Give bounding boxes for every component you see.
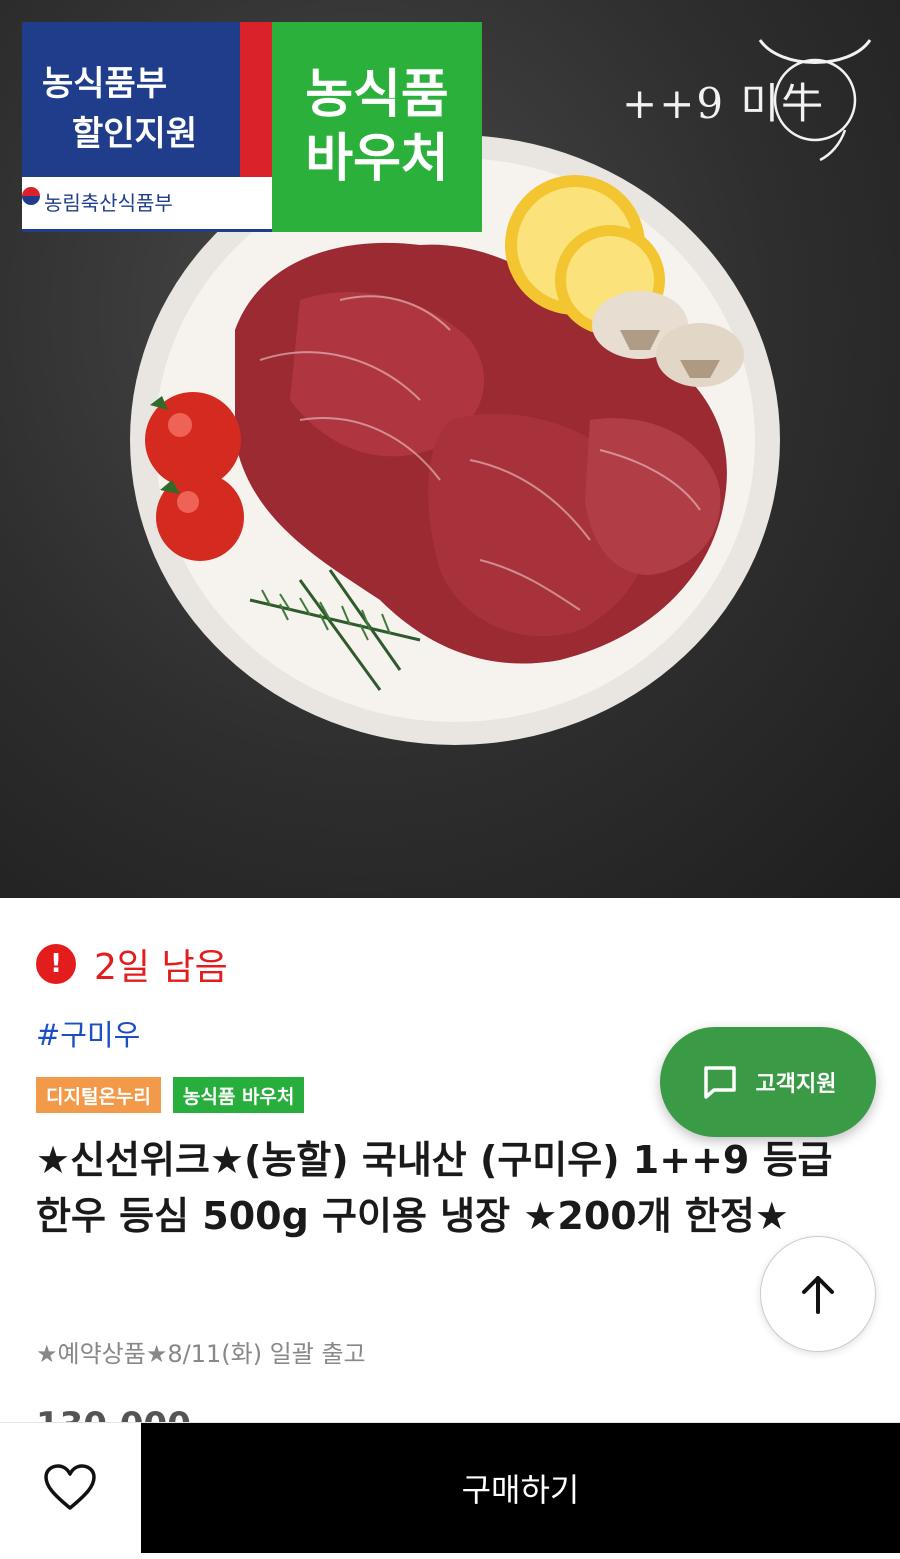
chat-bubble-icon (703, 1066, 736, 1099)
bottom-action-bar: 구매하기 (0, 1422, 900, 1559)
tag-digital-onnuri: 디지털온누리 (36, 1077, 161, 1113)
wishlist-button[interactable] (0, 1423, 140, 1553)
alert-icon: ! (36, 944, 76, 984)
taegeuk-emblem-icon (22, 187, 40, 205)
customer-support-label: 고객지원 (755, 1072, 837, 1097)
ministry-name: 농림축산식품부 (44, 191, 173, 215)
product-title: ★신선위크★(농할) 국내산 (구미우) 1++9 등급 한우 등심 500g … (36, 1138, 833, 1238)
arrow-up-icon (802, 1276, 834, 1314)
voucher-badge-line1: 농식품 (305, 65, 449, 125)
buy-button[interactable]: 구매하기 (141, 1423, 900, 1553)
product-image: 농식품부 할인지원 농림축산식품부 농식품 바우처 ++9 미牛 (0, 0, 900, 898)
customer-support-button[interactable]: 고객지원 (660, 1027, 876, 1137)
gov-badge-line1: 농식품부 (42, 64, 168, 104)
seller-hashtag-link[interactable]: #구미우 (36, 1012, 140, 1054)
badge-red-stripe (240, 22, 272, 177)
heart-icon (44, 1464, 96, 1510)
gov-discount-badge: 농식품부 할인지원 농림축산식품부 (22, 22, 272, 232)
voucher-badge: 농식품 바우처 (272, 22, 482, 232)
scroll-to-top-button[interactable] (760, 1236, 876, 1352)
badge-divider (22, 229, 272, 232)
voucher-badge-line2: 바우처 (305, 129, 449, 189)
deadline-timer: ! 2일 남음 (36, 938, 228, 990)
gov-badge-line2: 할인지원 (72, 114, 198, 154)
payment-tags: 디지털온누리 농식품 바우처 (36, 1077, 316, 1113)
brand-logo-text: ++9 미牛 (622, 79, 826, 128)
deadline-text: 2일 남음 (94, 947, 228, 988)
product-subtitle: ★예약상품★8/11(화) 일괄 출고 (36, 1340, 366, 1368)
tag-voucher: 농식품 바우처 (172, 1077, 305, 1113)
